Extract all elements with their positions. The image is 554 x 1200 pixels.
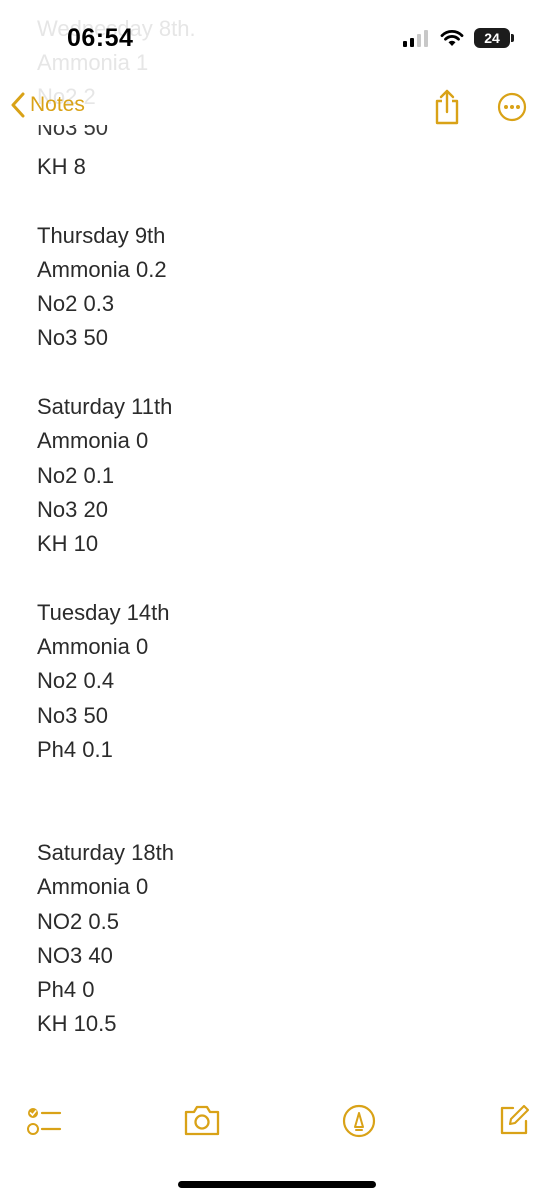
entry-day: Saturday 18th — [37, 839, 174, 865]
note-body[interactable]: KH 8 Thursday 9th Ammonia 0.2 No2 0.3 No… — [37, 150, 517, 1042]
camera-icon — [184, 1105, 220, 1136]
note-line: Ph4 0 — [37, 977, 95, 1003]
status-bar: 06:54 24 — [0, 0, 554, 80]
entry-day: Saturday 11th — [37, 394, 173, 420]
bottom-toolbar — [0, 1095, 554, 1155]
back-button[interactable]: Notes — [10, 92, 85, 118]
status-icons: 24 — [402, 28, 514, 48]
checklist-button[interactable] — [26, 1103, 62, 1144]
note-line: No3 20 — [37, 496, 108, 522]
note-line: No3 50 — [37, 702, 108, 728]
note-line: KH 10 — [37, 531, 99, 557]
note-line: Ammonia 0 — [37, 428, 149, 454]
entry-day: Tuesday 14th — [37, 599, 170, 625]
entry-day: Thursday 9th — [37, 222, 166, 248]
note-line: NO2 0.5 — [37, 908, 119, 934]
back-label: Notes — [30, 93, 85, 116]
note-line: NO3 40 — [37, 942, 113, 968]
battery-icon: 24 — [474, 28, 514, 48]
note-line: No3 50 — [37, 325, 108, 351]
chevron-left-icon — [11, 92, 25, 118]
share-icon — [435, 89, 459, 125]
home-indicator[interactable] — [178, 1181, 376, 1188]
status-time: 06:54 — [67, 24, 134, 52]
compose-icon — [500, 1104, 530, 1135]
checklist-icon — [27, 1108, 62, 1135]
note-line: KH 8 — [37, 154, 86, 179]
more-button[interactable] — [497, 92, 527, 127]
note-line: No2 0.1 — [37, 462, 115, 488]
note-line: No2 0.3 — [37, 291, 115, 317]
clipped-note-line: No3 50 — [37, 125, 108, 139]
markup-icon — [342, 1104, 376, 1138]
note-line: No2 0.4 — [37, 668, 115, 694]
wifi-icon — [440, 30, 464, 46]
note-line: Ammonia 0 — [37, 634, 149, 660]
note-line: Ammonia 0.2 — [37, 256, 167, 282]
share-button[interactable] — [431, 88, 463, 131]
note-line: Ammonia 0 — [37, 874, 149, 900]
camera-button[interactable] — [182, 1103, 222, 1142]
note-line: KH 10.5 — [37, 1011, 117, 1037]
note-line: Ph4 0.1 — [37, 737, 113, 763]
cellular-signal-icon — [403, 30, 428, 47]
more-icon — [497, 92, 527, 122]
compose-button[interactable] — [497, 1103, 531, 1142]
battery-level: 24 — [484, 30, 500, 46]
markup-button[interactable] — [341, 1103, 377, 1144]
